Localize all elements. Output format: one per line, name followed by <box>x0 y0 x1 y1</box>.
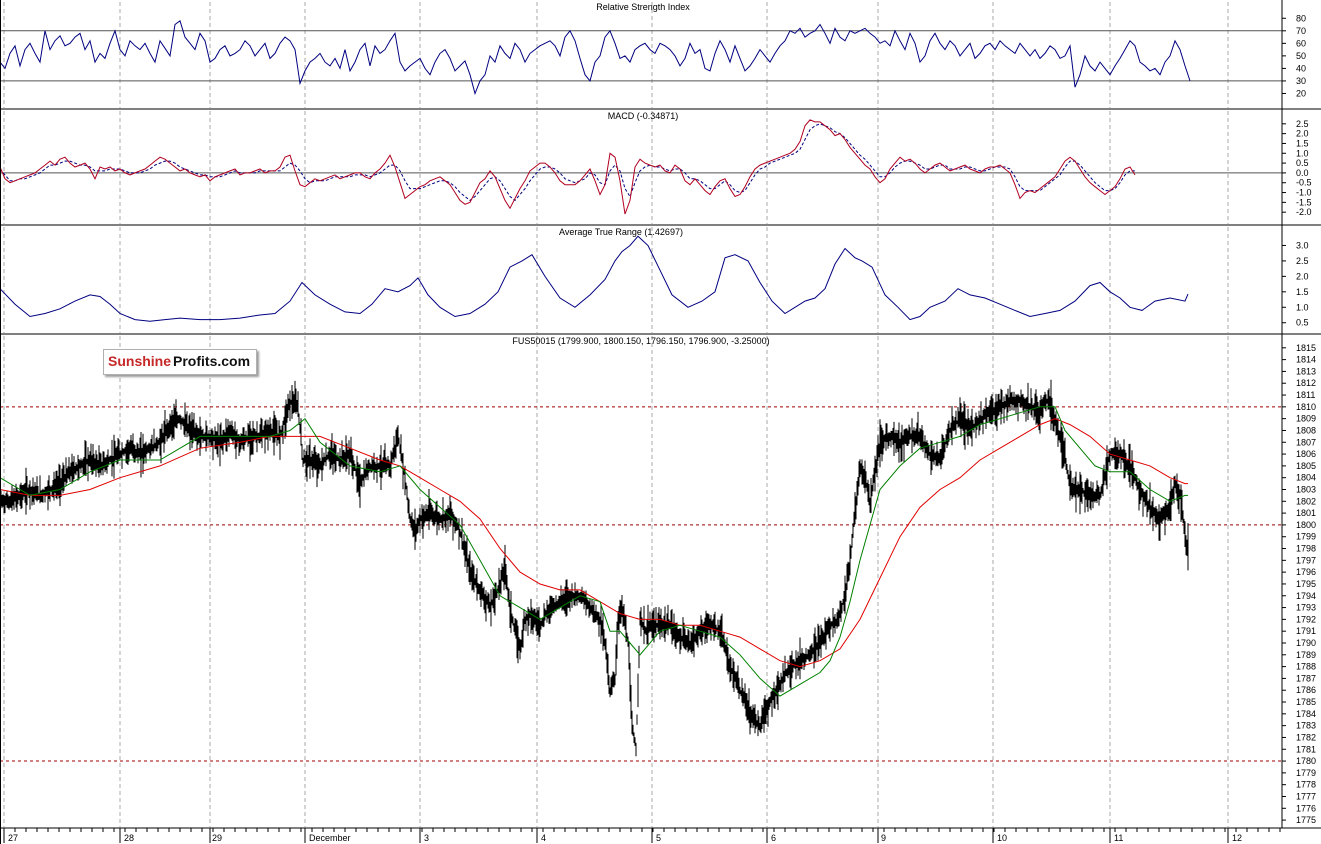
macd-y-tick-label: -2.0 <box>1296 207 1312 217</box>
sunshine-profits-logo: Sunshine Profits.com <box>103 349 258 375</box>
price-y-tick-label: 1800 <box>1296 520 1316 530</box>
price-y-tick-label: 1797 <box>1296 555 1316 565</box>
logo-part-sunshine: Sunshine <box>108 353 172 369</box>
time-axis-label: 28 <box>124 833 134 843</box>
macd-y-tick-label: 0.0 <box>1296 168 1309 178</box>
logo-part-profits: Profits.com <box>173 353 251 369</box>
time-axis-label: 27 <box>8 833 18 843</box>
rsi-title: Relative Strength Index <box>596 2 690 12</box>
price-title: FUS50015 (1799.900, 1800.150, 1796.150, … <box>512 336 769 346</box>
rsi-y-tick-label: 80 <box>1296 13 1306 23</box>
rsi-y-tick-label: 60 <box>1296 38 1306 48</box>
price-y-tick-label: 1795 <box>1296 579 1316 589</box>
price-y-tick-label: 1813 <box>1296 366 1316 376</box>
time-axis-label: 11 <box>1114 833 1123 843</box>
price-y-tick-label: 1808 <box>1296 425 1316 435</box>
atr-title: Average True Range (1.42697) <box>559 227 683 237</box>
price-y-tick-label: 1779 <box>1296 768 1316 778</box>
macd-y-tick-label: 2.5 <box>1296 119 1309 129</box>
price-y-tick-label: 1786 <box>1296 685 1316 695</box>
price-y-tick-label: 1807 <box>1296 437 1316 447</box>
time-axis-label: 5 <box>656 833 661 843</box>
time-axis-label: 29 <box>212 833 222 843</box>
price-y-tick-label: 1784 <box>1296 709 1316 719</box>
time-axis-label: 4 <box>541 833 546 843</box>
price-y-tick-label: 1792 <box>1296 614 1316 624</box>
atr-y-tick-label: 2.0 <box>1296 271 1309 281</box>
price-y-tick-label: 1783 <box>1296 721 1316 731</box>
time-axis-label: 9 <box>881 833 886 843</box>
price-y-tick-label: 1791 <box>1296 626 1316 636</box>
price-y-tick-label: 1775 <box>1296 815 1316 825</box>
atr-y-tick-label: 2.5 <box>1296 256 1309 266</box>
price-y-tick-label: 1776 <box>1296 803 1316 813</box>
rsi-y-tick-label: 50 <box>1296 51 1306 61</box>
price-y-tick-label: 1781 <box>1296 744 1316 754</box>
price-y-tick-label: 1815 <box>1296 343 1316 353</box>
rsi-y-tick-label: 70 <box>1296 26 1306 36</box>
price-y-tick-label: 1805 <box>1296 461 1316 471</box>
price-y-tick-label: 1778 <box>1296 780 1316 790</box>
price-y-tick-label: 1811 <box>1296 390 1315 400</box>
price-y-tick-label: 1803 <box>1296 484 1316 494</box>
price-y-tick-label: 1804 <box>1296 473 1316 483</box>
price-y-tick-label: 1780 <box>1296 756 1316 766</box>
macd-y-tick-label: 1.0 <box>1296 148 1309 158</box>
macd-y-tick-label: -1.0 <box>1296 188 1312 198</box>
price-y-tick-label: 1788 <box>1296 662 1316 672</box>
time-axis-label: 10 <box>997 833 1007 843</box>
price-y-tick-label: 1814 <box>1296 355 1316 365</box>
time-axis-label: December <box>309 833 351 843</box>
atr-y-tick-label: 3.0 <box>1296 240 1309 250</box>
atr-y-tick-label: 1.5 <box>1296 287 1309 297</box>
time-axis-label: 12 <box>1232 833 1242 843</box>
atr-y-tick-label: 0.5 <box>1296 318 1309 328</box>
price-y-tick-label: 1802 <box>1296 496 1316 506</box>
price-y-tick-label: 1796 <box>1296 567 1316 577</box>
price-y-tick-label: 1782 <box>1296 732 1316 742</box>
time-axis-label: 3 <box>424 833 429 843</box>
rsi-y-tick-label: 40 <box>1296 63 1306 73</box>
macd-y-tick-label: -0.5 <box>1296 178 1312 188</box>
chart-background <box>0 0 1321 844</box>
macd-y-tick-label: 0.5 <box>1296 158 1309 168</box>
price-y-tick-label: 1794 <box>1296 591 1316 601</box>
chart-canvas: 20 30 40 50 60 70 80 Relative Strength Index -… <box>0 0 1321 844</box>
price-y-tick-label: 1790 <box>1296 638 1316 648</box>
price-y-tick-label: 1787 <box>1296 673 1316 683</box>
price-y-tick-label: 1810 <box>1296 402 1316 412</box>
atr-y-tick-label: 1.0 <box>1296 302 1309 312</box>
macd-y-tick-label: 1.5 <box>1296 138 1309 148</box>
price-y-tick-label: 1798 <box>1296 544 1316 554</box>
price-y-tick-label: 1809 <box>1296 414 1316 424</box>
macd-y-tick-label: 2.0 <box>1296 129 1309 139</box>
price-y-tick-label: 1806 <box>1296 449 1316 459</box>
macd-y-tick-label: -1.5 <box>1296 197 1312 207</box>
price-y-tick-label: 1793 <box>1296 603 1316 613</box>
price-y-tick-label: 1789 <box>1296 650 1316 660</box>
rsi-y-tick-label: 20 <box>1296 88 1306 98</box>
price-y-tick-label: 1777 <box>1296 791 1316 801</box>
time-axis-label: 6 <box>771 833 776 843</box>
price-y-tick-label: 1801 <box>1296 508 1316 518</box>
rsi-y-tick-label: 30 <box>1296 76 1306 86</box>
price-y-tick-label: 1785 <box>1296 697 1316 707</box>
macd-title: MACD (-0.34871) <box>608 111 679 121</box>
price-y-tick-label: 1812 <box>1296 378 1316 388</box>
price-y-tick-label: 1799 <box>1296 532 1316 542</box>
